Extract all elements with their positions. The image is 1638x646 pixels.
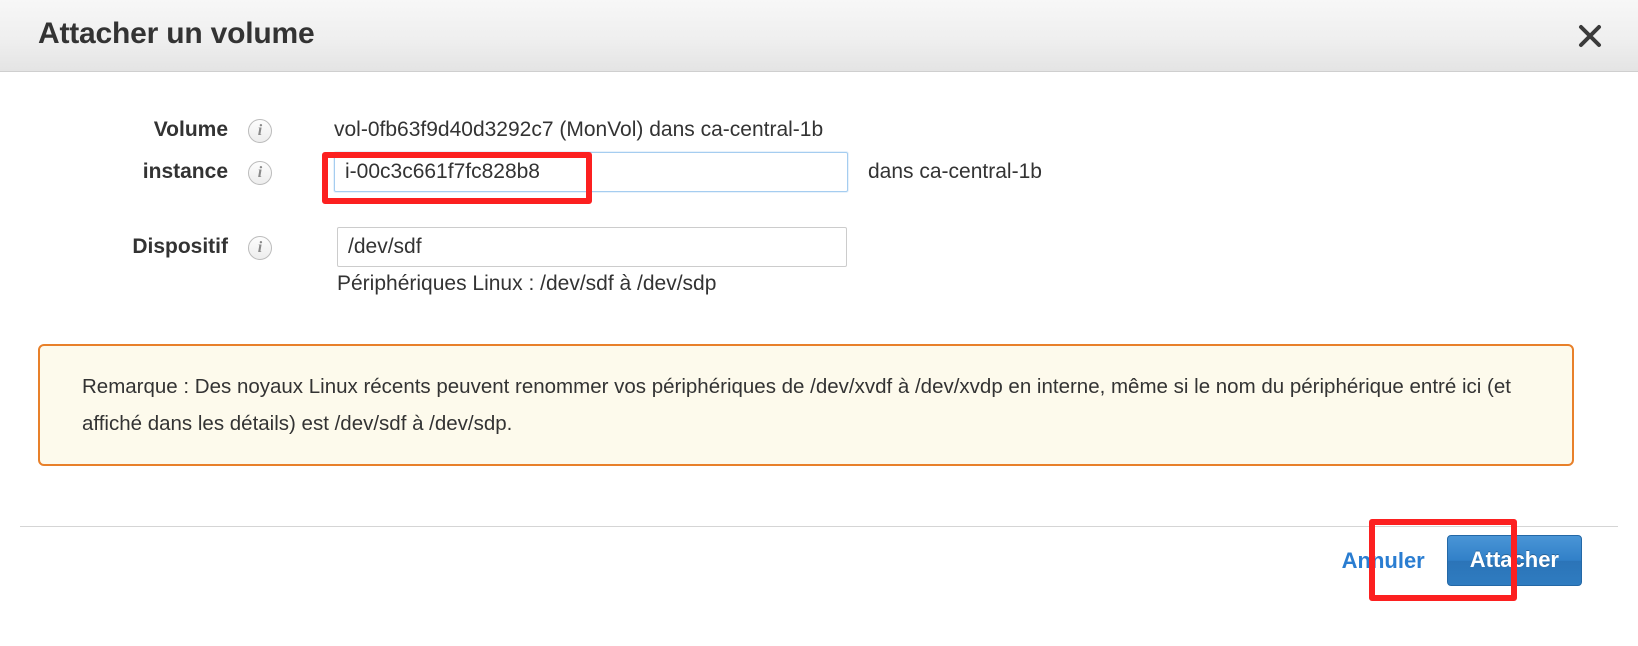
- close-button[interactable]: [1572, 18, 1608, 54]
- instance-input[interactable]: [334, 152, 848, 192]
- dialog-header: Attacher un volume: [0, 0, 1638, 72]
- instance-region-text: dans ca-central-1b: [868, 160, 1042, 183]
- device-label: Dispositif: [132, 235, 228, 258]
- form-row-instance: instance i dans ca-central-1b: [0, 152, 1638, 192]
- instance-label: instance: [142, 160, 228, 183]
- form-row-volume: Volume i vol-0fb63f9d40d3292c7 (MonVol) …: [0, 110, 1638, 150]
- device-input[interactable]: [337, 227, 847, 267]
- close-icon: [1577, 23, 1603, 49]
- volume-label: Volume: [153, 118, 228, 141]
- dialog-footer: Annuler Attacher: [20, 526, 1618, 646]
- info-icon-device[interactable]: i: [248, 236, 272, 260]
- attach-volume-dialog: Attacher un volume Volume i vol-0fb63f9d…: [0, 0, 1638, 646]
- form-row-device: Dispositif i: [0, 227, 1638, 267]
- dialog-body: Volume i vol-0fb63f9d40d3292c7 (MonVol) …: [0, 72, 1638, 526]
- page-title: Attacher un volume: [38, 17, 315, 50]
- attach-button[interactable]: Attacher: [1446, 535, 1582, 586]
- device-helper-text: Périphériques Linux : /dev/sdf à /dev/sd…: [337, 272, 717, 295]
- cancel-button[interactable]: Annuler: [1342, 548, 1425, 574]
- info-icon-volume[interactable]: i: [248, 119, 272, 143]
- note-callout: Remarque : Des noyaux Linux récents peuv…: [38, 344, 1574, 466]
- volume-value: vol-0fb63f9d40d3292c7 (MonVol) dans ca-c…: [334, 118, 824, 141]
- note-text: Remarque : Des noyaux Linux récents peuv…: [82, 375, 1511, 435]
- info-icon-instance[interactable]: i: [248, 161, 272, 185]
